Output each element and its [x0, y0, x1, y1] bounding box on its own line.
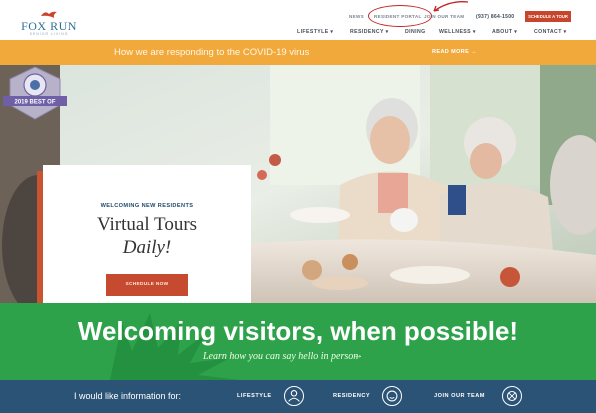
nav-residency[interactable]: RESIDENCY ▾: [350, 29, 389, 38]
card-title: Virtual Tours: [96, 214, 198, 235]
arrow-right-icon[interactable]: →: [353, 350, 363, 361]
logo-tagline: SENIOR LIVING: [29, 32, 69, 36]
nav-wellness[interactable]: WELLNESS ▾: [439, 29, 476, 38]
information-bar: I would like information for: LIFESTYLE …: [0, 380, 596, 413]
covid-banner-text[interactable]: How we are responding to the COVID-19 vi…: [114, 47, 309, 58]
info-join-team-link[interactable]: JOIN OUR TEAM: [434, 393, 485, 399]
schedule-tour-button[interactable]: SCHEDULE A TOUR: [525, 11, 571, 22]
info-residency-link[interactable]: RESIDENCY: [333, 393, 370, 399]
read-more-link[interactable]: READ MORE →: [432, 49, 477, 55]
virtual-tours-card: WELCOMING NEW RESIDENTS Virtual Tours Da…: [43, 165, 251, 303]
site-logo[interactable]: FOX RUN SENIOR LIVING: [14, 9, 84, 37]
phone-number[interactable]: (937) 864-1500: [476, 14, 514, 23]
info-lifestyle-link[interactable]: LIFESTYLE: [237, 393, 272, 399]
say-hello-link[interactable]: Learn how you can say hello in person: [203, 351, 358, 362]
nav-about[interactable]: ABOUT ▾: [492, 29, 517, 38]
team-icon[interactable]: [502, 386, 522, 406]
info-bar-label: I would like information for:: [74, 391, 182, 401]
card-kicker: WELCOMING NEW RESIDENTS: [100, 203, 194, 209]
face-icon[interactable]: [382, 386, 402, 406]
news-link[interactable]: NEWS: [349, 14, 364, 23]
schedule-now-button[interactable]: SCHEDULE NOW: [106, 274, 188, 296]
hero-banner: WELCOMING NEW RESIDENTS Virtual Tours Da…: [0, 65, 596, 303]
nav-dining[interactable]: DINING: [405, 29, 426, 38]
site-header: FOX RUN SENIOR LIVING NEWS RESIDENT PORT…: [0, 0, 596, 40]
badge-text: 2019 BEST OF: [14, 100, 55, 106]
annotation-arrow-icon: [433, 1, 469, 12]
fox-logo-icon: [41, 11, 57, 18]
nav-contact[interactable]: CONTACT ▾: [534, 29, 567, 38]
annotation-circle: [368, 5, 432, 27]
visitors-section: Welcoming visitors, when possible! Learn…: [0, 303, 596, 380]
nav-lifestyle[interactable]: LIFESTYLE ▾: [297, 29, 333, 38]
person-icon[interactable]: [284, 386, 304, 406]
card-title-emphasis: Daily!: [122, 237, 172, 258]
award-badge-icon: 2019 BEST OF: [3, 66, 67, 120]
covid-banner: How we are responding to the COVID-19 vi…: [0, 40, 596, 65]
visitors-heading: Welcoming visitors, when possible!: [77, 316, 519, 346]
